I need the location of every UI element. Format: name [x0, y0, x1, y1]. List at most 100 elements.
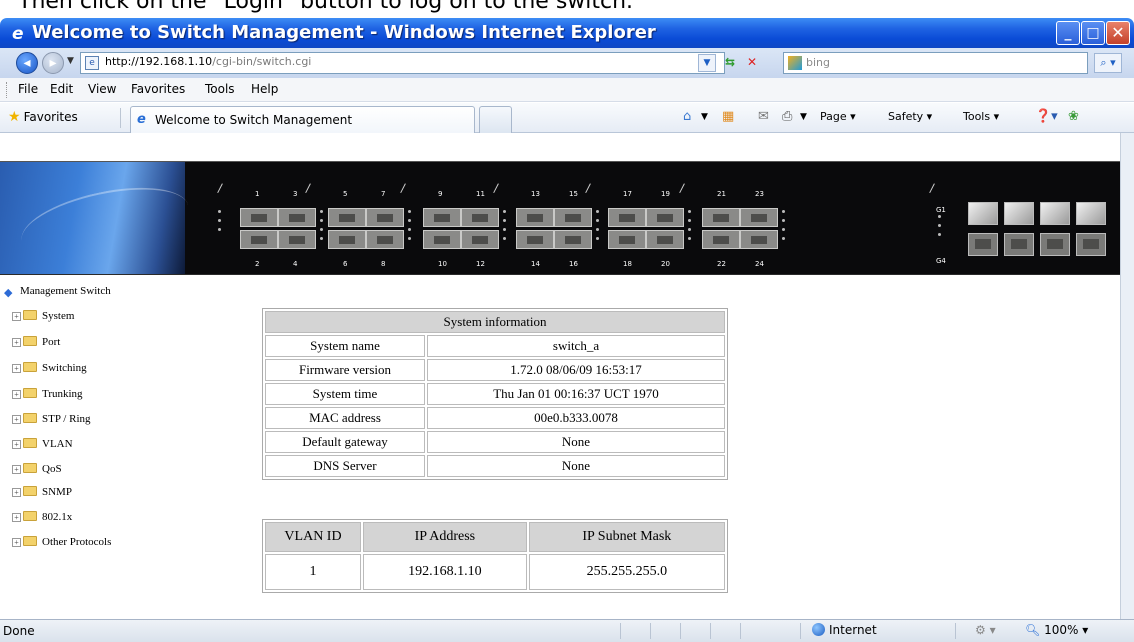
- tree-item-stp-ring[interactable]: + STP / Ring: [12, 413, 91, 427]
- port-number-top: 21: [717, 190, 726, 198]
- tree-item-other-protocols[interactable]: + Other Protocols: [12, 536, 111, 550]
- port-number-bottom: 16: [569, 260, 578, 268]
- port-number-bottom: 2: [255, 260, 260, 268]
- address-dropdown-button[interactable]: ▼: [698, 54, 716, 72]
- status-separator: [680, 623, 681, 639]
- port-number-bottom: 24: [755, 260, 764, 268]
- tab-active[interactable]: e Welcome to Switch Management: [130, 106, 475, 133]
- port-leds: [688, 210, 692, 250]
- feeds-icon[interactable]: ▦: [722, 109, 734, 124]
- table-row: Firmware version 1.72.0 08/06/09 16:53:17: [265, 359, 725, 381]
- menu-view[interactable]: View: [88, 82, 116, 96]
- port-number-bottom: 14: [531, 260, 540, 268]
- expand-icon: +: [12, 513, 21, 522]
- page-menu-button[interactable]: Page ▾: [820, 110, 856, 123]
- table-row: MAC address 00e0.b333.0078: [265, 407, 725, 429]
- ie-tab-icon: e: [137, 112, 146, 127]
- tree-item-port[interactable]: + Port: [12, 336, 60, 350]
- status-separator: [800, 623, 801, 639]
- tree-item-trunking[interactable]: + Trunking: [12, 388, 83, 402]
- new-tab-button[interactable]: [479, 106, 512, 133]
- folder-icon: [23, 413, 37, 423]
- tree-item-qos[interactable]: + QoS: [12, 463, 62, 477]
- page-icon: e: [85, 56, 99, 70]
- favorites-button[interactable]: ★ Favorites: [8, 109, 78, 125]
- tree-item-switching[interactable]: + Switching: [12, 362, 87, 376]
- expand-icon: +: [12, 415, 21, 424]
- ip-subnet-mask-header: IP Subnet Mask: [528, 522, 725, 552]
- url-text[interactable]: http://192.168.1.10/cgi-bin/switch.cgi: [105, 55, 311, 68]
- stop-icon[interactable]: ✕: [743, 54, 761, 72]
- ip-address-cell: 192.168.1.10: [363, 554, 527, 590]
- forward-button[interactable]: ▸: [42, 52, 64, 74]
- tree-item-snmp[interactable]: + SNMP: [12, 486, 72, 500]
- folder-icon: [23, 362, 37, 372]
- sfp-port: [1004, 233, 1034, 256]
- menu-tools[interactable]: Tools: [205, 82, 235, 96]
- port-number-bottom: 8: [381, 260, 386, 268]
- menu-file[interactable]: File: [18, 82, 38, 96]
- print-dropdown-icon[interactable]: ▼: [800, 112, 807, 122]
- tree-item-system[interactable]: + System: [12, 310, 74, 324]
- rj45-port: [423, 230, 461, 249]
- address-bar[interactable]: e http://192.168.1.10/cgi-bin/switch.cgi: [80, 52, 725, 74]
- port-number-top: 1: [255, 190, 260, 198]
- research-icon[interactable]: ❀: [1068, 109, 1079, 124]
- system-info-header: System information: [265, 311, 725, 333]
- zoom-control[interactable]: 🔍︎ 100% ▾: [1025, 623, 1088, 637]
- print-icon[interactable]: ⎙: [782, 109, 792, 124]
- window-titlebar[interactable]: e Welcome to Switch Management - Windows…: [0, 18, 1134, 48]
- tree-item-vlan[interactable]: + VLAN: [12, 438, 73, 452]
- port-number-top: 19: [661, 190, 670, 198]
- home-dropdown-icon[interactable]: ▼: [701, 112, 708, 122]
- table-row: 1 192.168.1.10 255.255.255.0: [265, 554, 725, 590]
- rj45-port: [423, 208, 461, 227]
- security-zone[interactable]: Internet: [812, 623, 877, 637]
- window-title: Welcome to Switch Management - Windows I…: [32, 22, 656, 43]
- port-leds: [408, 210, 412, 250]
- minimize-button[interactable]: _: [1056, 21, 1080, 45]
- port-leds: [782, 210, 786, 250]
- slash-mark: /: [584, 180, 592, 196]
- maximize-button[interactable]: □: [1081, 21, 1105, 45]
- refresh-icon[interactable]: ⇆: [721, 54, 739, 72]
- safety-menu-button[interactable]: Safety ▾: [888, 110, 932, 123]
- mail-icon[interactable]: ✉: [758, 109, 769, 124]
- menu-help[interactable]: Help: [251, 82, 278, 96]
- expand-icon: +: [12, 465, 21, 474]
- rj45-port: [366, 230, 404, 249]
- protected-mode-icon[interactable]: ⚙ ▾: [975, 623, 996, 637]
- folder-icon: [23, 486, 37, 496]
- table-row: System name switch_a: [265, 335, 725, 357]
- tab-label: Welcome to Switch Management: [155, 113, 353, 127]
- ie-logo-icon: e: [12, 24, 24, 44]
- folder-icon: [23, 310, 37, 320]
- status-text: Done: [3, 624, 35, 638]
- search-placeholder: bing: [806, 56, 830, 69]
- port-number-top: 7: [381, 190, 386, 198]
- caption-text: Then click on the "Login" button to log …: [18, 0, 634, 14]
- system-time-label: System time: [265, 383, 425, 405]
- sfp-port: [1004, 202, 1034, 225]
- system-time-value: Thu Jan 01 00:16:37 UCT 1970: [427, 383, 725, 405]
- close-button[interactable]: ✕: [1106, 21, 1130, 45]
- system-name-label: System name: [265, 335, 425, 357]
- search-button[interactable]: ⌕ ▾: [1094, 53, 1122, 73]
- expand-icon: +: [12, 538, 21, 547]
- menu-edit[interactable]: Edit: [50, 82, 73, 96]
- tree-item-802-1x[interactable]: +802.1x: [12, 511, 72, 525]
- firmware-version-value: 1.72.0 08/06/09 16:53:17: [427, 359, 725, 381]
- tree-root[interactable]: ◆ Management Switch: [4, 285, 111, 299]
- recent-pages-dropdown-icon[interactable]: ▼: [67, 56, 74, 66]
- tools-menu-button[interactable]: Tools ▾: [963, 110, 999, 123]
- back-button[interactable]: ◂: [16, 52, 38, 74]
- search-input[interactable]: bing: [783, 52, 1088, 74]
- star-icon: ★: [8, 109, 21, 125]
- rj45-port: [278, 230, 316, 249]
- menu-favorites[interactable]: Favorites: [131, 82, 185, 96]
- home-icon[interactable]: ⌂: [683, 109, 691, 124]
- system-info-table: System information System name switch_a F…: [262, 308, 728, 480]
- help-icon[interactable]: ❓▾: [1035, 109, 1058, 124]
- page-scroll-edge[interactable]: [1120, 133, 1134, 619]
- rj45-port: [702, 230, 740, 249]
